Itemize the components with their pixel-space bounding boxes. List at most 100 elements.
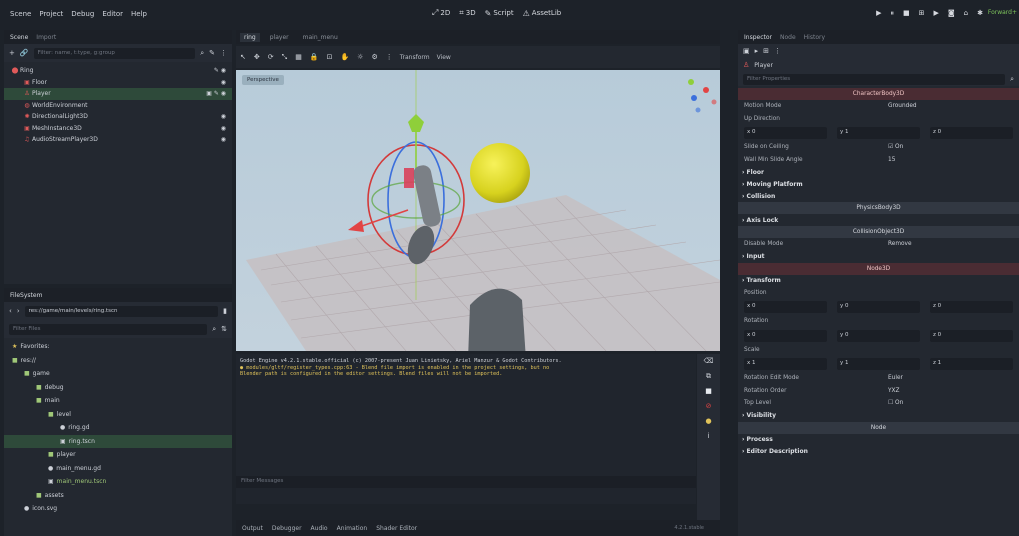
filter-warning-icon[interactable]: ● — [701, 417, 716, 429]
inspector-group[interactable]: › Floor — [738, 166, 1019, 178]
viewport-tool-1-icon[interactable]: ✥ — [254, 53, 260, 62]
search-icon[interactable]: ⌕ — [1010, 75, 1014, 84]
property-value[interactable]: YXZ — [888, 388, 899, 394]
run-control-2-icon[interactable]: ■ — [903, 9, 910, 18]
node-status-icons[interactable]: ◉ — [221, 125, 226, 132]
workspace-assetlib[interactable]: ⚠ AssetLib — [523, 8, 562, 18]
run-control-4-icon[interactable]: ▶ — [933, 9, 938, 18]
inspector-group[interactable]: › Transform — [738, 275, 1019, 287]
path-field[interactable]: res://game/main/levels/ring.tscn — [24, 305, 219, 317]
inspector-group[interactable]: › Input — [738, 251, 1019, 263]
scene-node-audiostreamplayer3d[interactable]: ♫ AudioStreamPlayer3D ◉ — [4, 134, 232, 146]
property-value[interactable]: Euler — [888, 375, 903, 381]
menu-project[interactable]: Project — [39, 10, 63, 18]
run-control-1-icon[interactable]: ⏸ — [890, 9, 894, 18]
tab-history[interactable]: History — [804, 34, 825, 41]
workspace-3d[interactable]: ⌗ 3D — [459, 8, 475, 18]
file-item[interactable]: ■ game — [4, 367, 232, 381]
tab-import[interactable]: Import — [36, 34, 56, 41]
file-item[interactable]: ■ player — [4, 448, 232, 462]
property-value[interactable]: ☐ On — [888, 400, 903, 406]
transform-menu[interactable]: Transform — [400, 54, 430, 61]
inspector-group[interactable]: › Axis Lock — [738, 214, 1019, 226]
tab-filesystem[interactable]: FileSystem — [10, 292, 42, 299]
file-item[interactable]: ■ main — [4, 394, 232, 408]
file-item[interactable]: ★ Favorites: — [4, 340, 232, 354]
scene-node-meshinstance3d[interactable]: ▣ MeshInstance3D ◉ — [4, 123, 232, 135]
sort-icon[interactable]: ⇅ — [221, 325, 227, 333]
search-icon[interactable]: ⌕ — [212, 325, 216, 334]
node-status-icons[interactable]: ◉ — [221, 136, 226, 143]
inspector-group[interactable]: › Moving Platform — [738, 178, 1019, 190]
viewport-tool-5-icon[interactable]: 🔒 — [310, 53, 319, 62]
renderer-label[interactable]: Forward+ — [988, 9, 1017, 16]
script-attach-icon[interactable]: ✎ — [209, 49, 215, 57]
output-filter-input[interactable]: Filter Messages — [236, 476, 696, 488]
tab-inspector[interactable]: Inspector — [744, 34, 772, 41]
vector-component-input[interactable]: x 0 — [744, 329, 827, 342]
scene-tab-main_menu[interactable]: main_menu — [299, 33, 342, 42]
property-value[interactable]: Grounded — [888, 103, 917, 109]
property-filter-input[interactable]: Filter Properties — [743, 73, 1006, 85]
more-icon[interactable]: ⋮ — [774, 47, 781, 55]
perspective-button[interactable]: Perspective — [242, 75, 284, 85]
viewport-tool-0-icon[interactable]: ↖ — [240, 53, 246, 62]
inspector-group[interactable]: › Process — [738, 434, 1019, 446]
inspector-group[interactable]: › Visibility — [738, 410, 1019, 422]
property-value[interactable]: ☑ On — [888, 144, 903, 150]
bottom-tab-animation[interactable]: Animation — [337, 525, 368, 532]
bottom-tab-shader-editor[interactable]: Shader Editor — [376, 525, 417, 532]
tab-node[interactable]: Node — [780, 34, 796, 41]
menu-scene[interactable]: Scene — [10, 10, 31, 18]
vector-component-input[interactable]: z 1 — [930, 358, 1013, 370]
inspector-group[interactable]: › Collision — [738, 190, 1019, 202]
file-item[interactable]: ● icon.svg — [4, 502, 232, 516]
scene-filter-input[interactable]: Filter: name, t:type, g:group — [33, 47, 196, 59]
back-icon[interactable]: ‹ — [9, 307, 12, 315]
vector-component-input[interactable]: y 1 — [837, 358, 920, 370]
scene-node-worldenvironment[interactable]: ◍ WorldEnvironment — [4, 100, 232, 112]
property-value[interactable]: 15 — [888, 157, 895, 163]
vector-component-input[interactable]: y 0 — [837, 301, 920, 313]
scene-tab-ring[interactable]: ring — [240, 32, 260, 42]
scene-tab-player[interactable]: player — [266, 33, 293, 42]
filter-editor-icon[interactable]: ⅰ — [701, 432, 716, 444]
filter-error-icon[interactable]: ⊘ — [701, 402, 716, 414]
run-control-7-icon[interactable]: ✱ — [977, 9, 983, 18]
workspace-script[interactable]: ✎ Script — [485, 8, 514, 18]
scene-node-floor[interactable]: ▣ Floor ◉ — [4, 77, 232, 89]
run-control-3-icon[interactable]: ⊞ — [919, 9, 925, 18]
viewport-tool-9-icon[interactable]: ⚙ — [371, 53, 377, 62]
save-icon[interactable]: ⊞ — [763, 47, 769, 55]
workspace-2d[interactable]: ⤢ 2D — [432, 8, 450, 18]
property-value[interactable]: Remove — [888, 241, 912, 247]
file-item[interactable]: ▣ main_menu.tscn — [4, 475, 232, 489]
scene-node-ring[interactable]: ⬤ Ring ✎ ◉ — [4, 65, 232, 77]
file-item[interactable]: ● main_menu.gd — [4, 462, 232, 476]
tab-scene[interactable]: Scene — [10, 34, 28, 41]
bottom-tab-output[interactable]: Output — [242, 525, 263, 532]
vector-component-input[interactable]: x 0 — [744, 127, 827, 139]
node-status-icons[interactable]: ◉ — [221, 113, 226, 120]
scene-node-directionallight3d[interactable]: ✺ DirectionalLight3D ◉ — [4, 111, 232, 123]
menu-help[interactable]: Help — [131, 10, 147, 18]
vector-component-input[interactable]: z 0 — [930, 301, 1013, 313]
search-icon[interactable]: ⌕ — [200, 49, 204, 58]
file-item[interactable]: ● ring.gd — [4, 421, 232, 435]
vector-component-input[interactable]: z 0 — [930, 329, 1013, 342]
run-control-0-icon[interactable]: ▶ — [876, 9, 881, 18]
yellow-sphere[interactable] — [470, 143, 530, 203]
link-icon[interactable]: 🔗 — [20, 49, 29, 57]
viewport-tool-2-icon[interactable]: ⟳ — [268, 53, 274, 62]
vector-component-input[interactable]: y 1 — [837, 127, 920, 139]
viewport-tool-8-icon[interactable]: ☼ — [357, 53, 363, 62]
run-control-6-icon[interactable]: ⌂ — [964, 9, 968, 18]
viewport-tool-3-icon[interactable]: ⤡ — [282, 53, 288, 62]
scene-node-player[interactable]: ♙ Player ▣ ✎ ◉ — [4, 88, 232, 100]
node-status-icons[interactable]: ✎ ◉ — [214, 67, 226, 74]
copy-output-icon[interactable]: ⧉ — [701, 372, 716, 384]
run-control-5-icon[interactable]: ◙ — [948, 9, 955, 18]
menu-icon[interactable]: ⋮ — [220, 49, 227, 57]
vector-component-input[interactable]: z 0 — [930, 127, 1013, 139]
menu-debug[interactable]: Debug — [71, 10, 94, 18]
